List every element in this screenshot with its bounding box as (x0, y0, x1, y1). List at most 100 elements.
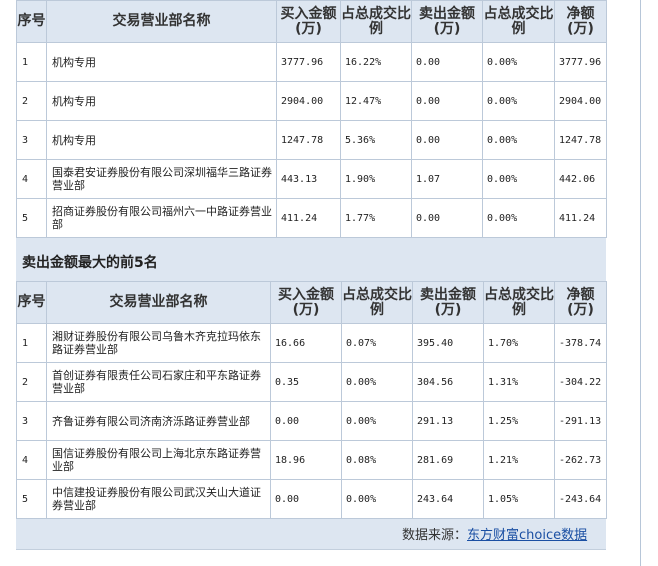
sell-amount: 0.00 (411, 81, 483, 121)
net-amount: -243.64 (554, 479, 607, 519)
buy-amount: 0.35 (270, 362, 342, 402)
branch-name: 招商证券股份有限公司福州六一中路证券营业部 (46, 198, 277, 238)
table-row: 2 首创证券有限责任公司石家庄和平东路证券营业部 0.35 0.00% 304.… (16, 362, 607, 402)
table-row: 1 机构专用 3777.96 16.22% 0.00 0.00% 3777.96 (16, 42, 607, 82)
panel-bottom-edge (16, 549, 606, 550)
net-amount: 411.24 (554, 198, 607, 238)
buy-top5-table: 序号 交易营业部名称 买入金额(万) 占总成交比例 卖出金额(万) 占总成交比例… (16, 0, 607, 238)
sell-amount: 1.07 (411, 159, 483, 199)
sell-ratio: 0.00% (482, 198, 555, 238)
header-buy-amount: 买入金额(万) (270, 281, 342, 324)
table-row: 5 招商证券股份有限公司福州六一中路证券营业部 411.24 1.77% 0.0… (16, 198, 607, 238)
header-index: 序号 (16, 281, 47, 324)
branch-name: 机构专用 (46, 81, 277, 121)
row-index: 3 (16, 401, 47, 441)
sell-amount: 304.56 (412, 362, 484, 402)
sell-amount: 243.64 (412, 479, 484, 519)
table-row: 3 齐鲁证券有限公司济南济泺路证券营业部 0.00 0.00% 291.13 1… (16, 401, 607, 441)
net-amount: -291.13 (554, 401, 607, 441)
row-index: 1 (16, 323, 47, 363)
sell-ratio: 1.21% (483, 440, 555, 480)
branch-name: 中信建投证券股份有限公司武汉关山大道证券营业部 (46, 479, 271, 519)
table-header-row: 序号 交易营业部名称 买入金额(万) 占总成交比例 卖出金额(万) 占总成交比例… (16, 281, 607, 324)
sell-section-title: 卖出金额最大的前5名 (22, 255, 158, 271)
header-buy-ratio: 占总成交比例 (341, 281, 413, 324)
branch-name: 国信证券股份有限公司上海北京东路证券营业部 (46, 440, 271, 480)
sell-ratio: 0.00% (482, 159, 555, 199)
row-index: 2 (16, 81, 47, 121)
header-sell-ratio: 占总成交比例 (482, 0, 555, 43)
buy-ratio: 0.00% (341, 362, 413, 402)
header-sell-amount: 卖出金额(万) (412, 281, 484, 324)
sell-ratio: 1.70% (483, 323, 555, 363)
row-index: 4 (16, 440, 47, 480)
sell-top5-table: 序号 交易营业部名称 买入金额(万) 占总成交比例 卖出金额(万) 占总成交比例… (16, 281, 607, 519)
buy-ratio: 12.47% (340, 81, 412, 121)
buy-amount: 16.66 (270, 323, 342, 363)
branch-name: 湘财证券股份有限公司乌鲁木齐克拉玛依东路证券营业部 (46, 323, 271, 363)
sell-ratio: 0.00% (482, 81, 555, 121)
page-right-border (640, 0, 641, 566)
branch-name: 机构专用 (46, 42, 277, 82)
buy-ratio: 5.36% (340, 120, 412, 160)
net-amount: -262.73 (554, 440, 607, 480)
table-row: 2 机构专用 2904.00 12.47% 0.00 0.00% 2904.00 (16, 81, 607, 121)
header-sell-amount: 卖出金额(万) (411, 0, 483, 43)
sell-ratio: 0.00% (482, 42, 555, 82)
header-branch-name: 交易营业部名称 (46, 0, 277, 43)
net-amount: 442.06 (554, 159, 607, 199)
sell-amount: 291.13 (412, 401, 484, 441)
table-row: 4 国泰君安证券股份有限公司深圳福华三路证券营业部 443.13 1.90% 1… (16, 159, 607, 199)
row-index: 5 (16, 479, 47, 519)
sell-ratio: 1.31% (483, 362, 555, 402)
net-amount: -304.22 (554, 362, 607, 402)
buy-amount: 411.24 (276, 198, 341, 238)
buy-ratio: 1.90% (340, 159, 412, 199)
buy-amount: 18.96 (270, 440, 342, 480)
source-link[interactable]: 东方财富choice数据 (467, 528, 587, 543)
row-index: 4 (16, 159, 47, 199)
header-buy-amount: 买入金额(万) (276, 0, 341, 43)
header-branch-name: 交易营业部名称 (46, 281, 271, 324)
buy-ratio: 1.77% (340, 198, 412, 238)
sell-amount: 0.00 (411, 198, 483, 238)
buy-ratio: 16.22% (340, 42, 412, 82)
data-source-footer: 数据来源：东方财富choice数据 (402, 524, 587, 543)
buy-amount: 0.00 (270, 401, 342, 441)
net-amount: 2904.00 (554, 81, 607, 121)
buy-amount: 3777.96 (276, 42, 341, 82)
sell-ratio: 1.05% (483, 479, 555, 519)
net-amount: 1247.78 (554, 120, 607, 160)
header-net-amount: 净额(万) (554, 0, 607, 43)
buy-ratio: 0.00% (341, 401, 413, 441)
sell-amount: 395.40 (412, 323, 484, 363)
sell-amount: 0.00 (411, 120, 483, 160)
buy-amount: 443.13 (276, 159, 341, 199)
header-sell-ratio: 占总成交比例 (483, 281, 555, 324)
header-buy-ratio: 占总成交比例 (340, 0, 412, 43)
row-index: 3 (16, 120, 47, 160)
buy-ratio: 0.08% (341, 440, 413, 480)
header-index: 序号 (16, 0, 47, 43)
header-net-amount: 净额(万) (554, 281, 607, 324)
table-row: 5 中信建投证券股份有限公司武汉关山大道证券营业部 0.00 0.00% 243… (16, 479, 607, 519)
branch-name: 国泰君安证券股份有限公司深圳福华三路证券营业部 (46, 159, 277, 199)
branch-name: 首创证券有限责任公司石家庄和平东路证券营业部 (46, 362, 271, 402)
sell-ratio: 1.25% (483, 401, 555, 441)
table-row: 3 机构专用 1247.78 5.36% 0.00 0.00% 1247.78 (16, 120, 607, 160)
row-index: 1 (16, 42, 47, 82)
sell-amount: 0.00 (411, 42, 483, 82)
sell-ratio: 0.00% (482, 120, 555, 160)
buy-amount: 0.00 (270, 479, 342, 519)
table-header-row: 序号 交易营业部名称 买入金额(万) 占总成交比例 卖出金额(万) 占总成交比例… (16, 0, 607, 43)
buy-amount: 2904.00 (276, 81, 341, 121)
buy-ratio: 0.07% (341, 323, 413, 363)
sell-amount: 281.69 (412, 440, 484, 480)
source-label: 数据来源： (402, 528, 468, 543)
row-index: 2 (16, 362, 47, 402)
table-row: 1 湘财证券股份有限公司乌鲁木齐克拉玛依东路证券营业部 16.66 0.07% … (16, 323, 607, 363)
branch-name: 机构专用 (46, 120, 277, 160)
net-amount: -378.74 (554, 323, 607, 363)
buy-amount: 1247.78 (276, 120, 341, 160)
net-amount: 3777.96 (554, 42, 607, 82)
